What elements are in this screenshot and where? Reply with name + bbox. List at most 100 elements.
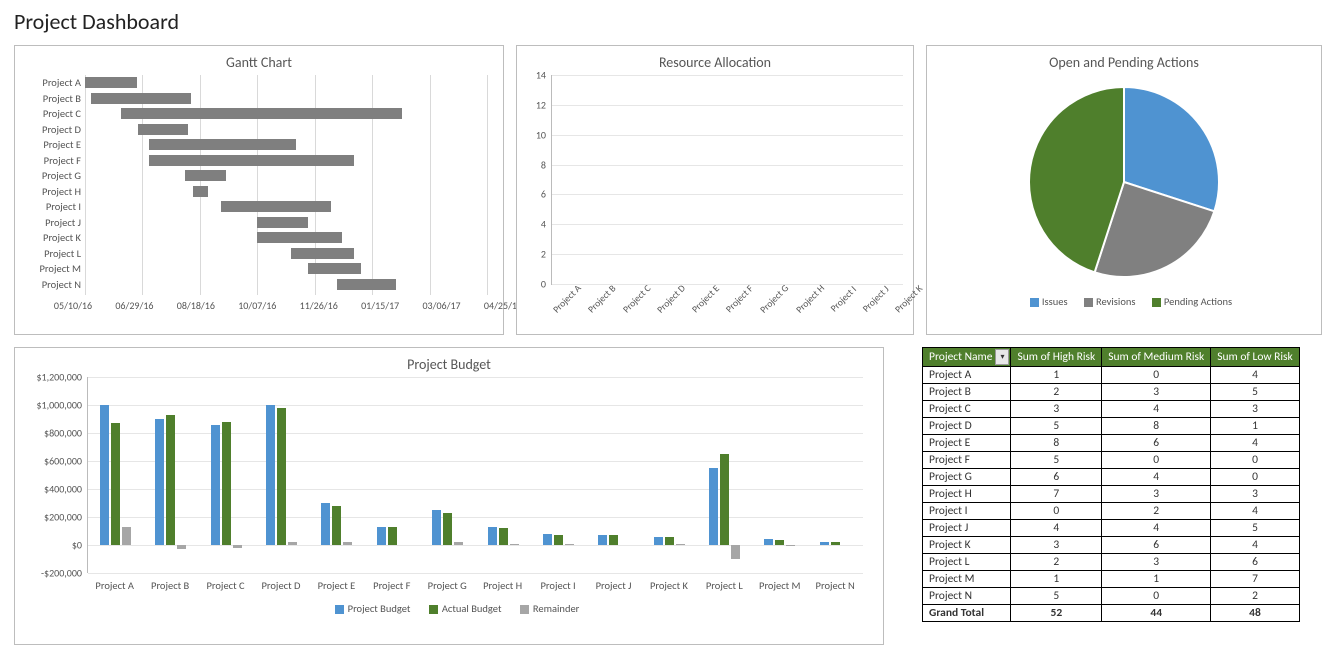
gantt-title: Gantt Chart bbox=[15, 54, 503, 71]
budget-xlabel: Project I bbox=[530, 579, 585, 592]
budget-bar bbox=[831, 542, 840, 546]
budget-bar bbox=[609, 535, 618, 545]
budget-bar bbox=[731, 545, 740, 559]
gantt-row: Project A bbox=[27, 75, 487, 91]
budget-ytick: -$200,000 bbox=[41, 567, 88, 580]
risk-table-panel: Project Name▾Sum of High RiskSum of Medi… bbox=[922, 347, 1300, 645]
budget-ytick: $1,000,000 bbox=[36, 399, 88, 412]
budget-ytick: $400,000 bbox=[44, 483, 88, 496]
budget-bar bbox=[233, 545, 242, 548]
resource-xlabel: Project G bbox=[758, 282, 801, 325]
table-row: Project J445 bbox=[923, 520, 1300, 537]
budget-bar bbox=[288, 542, 297, 545]
table-row: Project K364 bbox=[923, 537, 1300, 554]
gantt-row: Project C bbox=[27, 106, 487, 122]
budget-bar bbox=[377, 527, 386, 545]
budget-bar bbox=[543, 534, 552, 545]
budget-bar bbox=[720, 454, 729, 545]
budget-bar bbox=[332, 506, 341, 545]
gantt-label: Project J bbox=[27, 216, 85, 229]
budget-bar bbox=[665, 537, 674, 545]
table-row: Project I024 bbox=[923, 503, 1300, 520]
table-row: Project L236 bbox=[923, 554, 1300, 571]
resource-ytick: 10 bbox=[536, 128, 552, 141]
budget-bar bbox=[764, 539, 773, 545]
budget-xlabel: Project N bbox=[807, 579, 862, 592]
budget-bar bbox=[454, 542, 463, 545]
budget-bar bbox=[499, 528, 508, 545]
resource-chart-panel: Resource Allocation 02468101214 Project … bbox=[516, 45, 914, 335]
budget-bar bbox=[554, 535, 563, 546]
table-row: Project F500 bbox=[923, 452, 1300, 469]
budget-ytick: $600,000 bbox=[44, 455, 88, 468]
budget-bar bbox=[211, 425, 220, 545]
budget-bar bbox=[598, 535, 607, 545]
gantt-bar bbox=[221, 201, 331, 212]
budget-bar bbox=[222, 422, 231, 545]
pie-title: Open and Pending Actions bbox=[927, 54, 1321, 71]
budget-bar bbox=[111, 423, 120, 545]
resource-ytick: 14 bbox=[536, 69, 552, 82]
table-row: Project E864 bbox=[923, 435, 1300, 452]
resource-ytick: 12 bbox=[536, 98, 552, 111]
budget-bar bbox=[565, 544, 574, 545]
table-row: Project G640 bbox=[923, 469, 1300, 486]
table-row: Project D581 bbox=[923, 418, 1300, 435]
gantt-tick: 08/18/16 bbox=[177, 299, 215, 312]
gantt-row: Project E bbox=[27, 137, 487, 153]
gantt-label: Project D bbox=[27, 123, 85, 136]
gantt-tick: 11/26/16 bbox=[300, 299, 338, 312]
filter-icon[interactable]: ▾ bbox=[995, 349, 1009, 365]
budget-bar bbox=[166, 415, 175, 545]
resource-ytick: 4 bbox=[541, 218, 552, 231]
budget-bar bbox=[443, 513, 452, 545]
budget-ytick: $200,000 bbox=[44, 511, 88, 524]
budget-xlabel: Project D bbox=[253, 579, 308, 592]
budget-bar bbox=[820, 542, 829, 546]
pie-chart bbox=[1019, 77, 1229, 287]
table-row: Project N502 bbox=[923, 588, 1300, 605]
risk-table: Project Name▾Sum of High RiskSum of Medi… bbox=[922, 347, 1300, 622]
table-row: Project A104 bbox=[923, 367, 1300, 384]
budget-xlabel: Project H bbox=[475, 579, 530, 592]
gantt-label: Project N bbox=[27, 278, 85, 291]
gantt-row: Project L bbox=[27, 246, 487, 262]
gantt-tick: 03/06/17 bbox=[422, 299, 460, 312]
budget-title: Project Budget bbox=[15, 356, 883, 373]
risk-header: Sum of Medium Risk bbox=[1102, 348, 1211, 367]
risk-header: Sum of Low Risk bbox=[1211, 348, 1300, 367]
gantt-tick: 05/10/16 bbox=[54, 299, 92, 312]
gantt-chart-panel: Gantt Chart Project AProject BProject CP… bbox=[14, 45, 504, 335]
gantt-row: Project G bbox=[27, 168, 487, 184]
budget-xlabel: Project E bbox=[309, 579, 364, 592]
budget-xlabel: Project M bbox=[752, 579, 807, 592]
risk-header: Sum of High Risk bbox=[1011, 348, 1102, 367]
budget-ytick: $1,200,000 bbox=[36, 371, 88, 384]
budget-bar bbox=[510, 544, 519, 545]
budget-bar bbox=[343, 542, 352, 545]
gantt-label: Project A bbox=[27, 76, 85, 89]
budget-bar bbox=[676, 544, 685, 545]
resource-ytick: 0 bbox=[541, 278, 552, 291]
gantt-bar bbox=[138, 124, 189, 135]
budget-bar bbox=[654, 537, 663, 545]
budget-ytick: $800,000 bbox=[44, 427, 88, 440]
budget-bar bbox=[488, 527, 497, 545]
budget-chart-panel: Project Budget -$200,000 $0 $200,000 $400,0… bbox=[14, 347, 884, 645]
gantt-bar bbox=[121, 108, 402, 119]
gantt-label: Project M bbox=[27, 262, 85, 275]
budget-xlabel: Project A bbox=[87, 579, 142, 592]
budget-ytick: $0 bbox=[72, 539, 88, 552]
pie-legend: Issues Revisions Pending Actions bbox=[927, 295, 1321, 308]
gantt-tick: 01/15/17 bbox=[361, 299, 399, 312]
gantt-label: Project E bbox=[27, 138, 85, 151]
gantt-row: Project D bbox=[27, 122, 487, 138]
gantt-bar bbox=[257, 232, 342, 243]
gantt-row: Project K bbox=[27, 230, 487, 246]
budget-xlabel: Project F bbox=[364, 579, 419, 592]
gantt-label: Project L bbox=[27, 247, 85, 260]
budget-bar bbox=[177, 545, 186, 549]
gantt-bar bbox=[291, 248, 354, 259]
gantt-bar bbox=[257, 217, 308, 228]
budget-bar bbox=[775, 540, 784, 545]
